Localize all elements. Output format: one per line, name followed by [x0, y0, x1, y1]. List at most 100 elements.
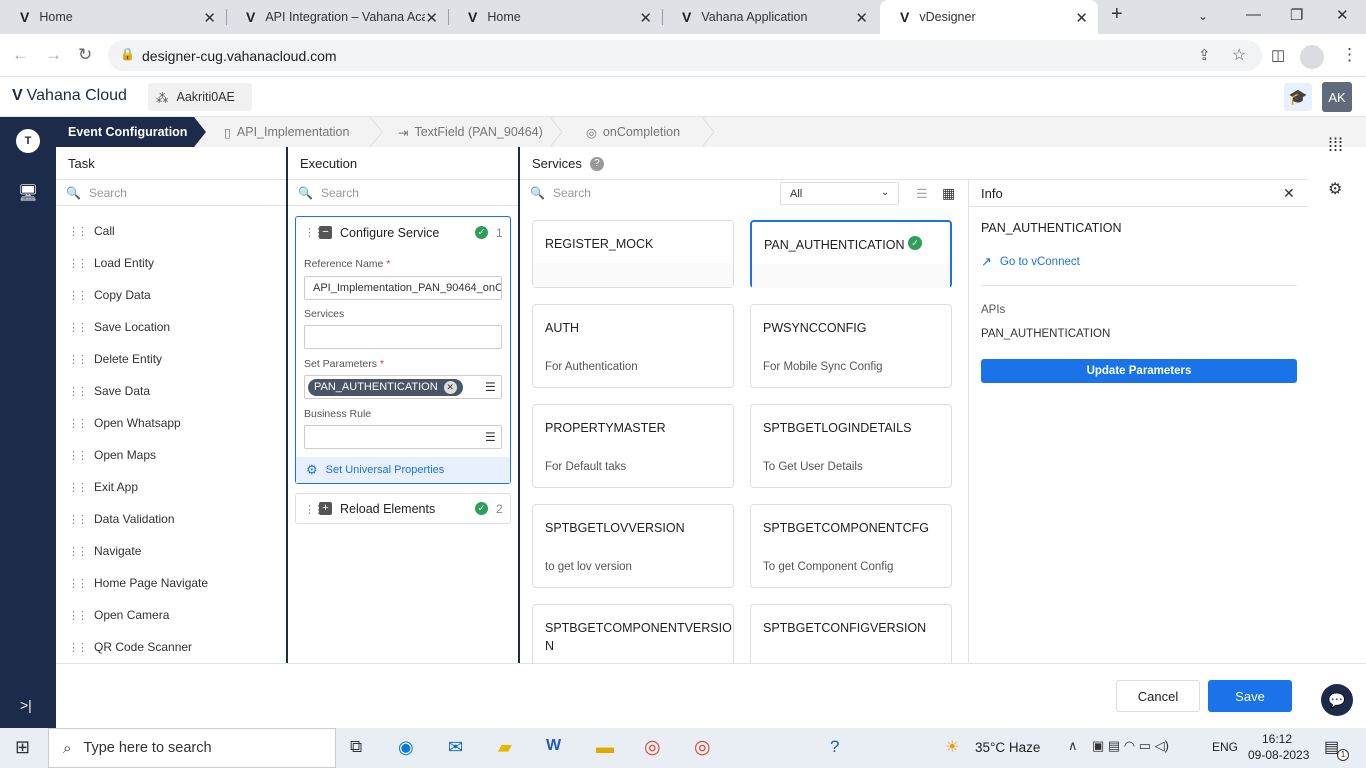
task-view-icon[interactable]: ⧉ — [350, 737, 362, 757]
breadcrumb-oncompletion[interactable]: ◎ onCompletion — [586, 117, 680, 147]
service-card[interactable]: SPTBGETCOMPONENTCFG To get Component Conf… — [750, 504, 952, 588]
breadcrumb-event-configuration[interactable]: Event Configuration — [68, 117, 187, 147]
help-icon[interactable]: ? — [589, 156, 604, 171]
list-icon[interactable]: ☰ — [485, 430, 496, 444]
drag-handle-icon[interactable]: ⋮⋮ — [68, 321, 88, 334]
close-icon[interactable]: ✕ — [1283, 185, 1295, 202]
chat-icon[interactable]: 💬 — [1321, 684, 1353, 716]
restore-icon[interactable]: ❐ — [1290, 6, 1303, 24]
expand-rail-icon[interactable]: >| — [20, 697, 32, 713]
bookmark-star-icon[interactable]: ☆ — [1232, 45, 1246, 65]
drag-handle-icon[interactable]: ⋮⋮ — [68, 641, 88, 654]
task-item[interactable]: ⋮⋮ Data Validation — [68, 512, 175, 526]
service-card[interactable]: PAN_AUTHENTICATION ✓ — [750, 220, 952, 288]
service-card[interactable]: SPTBGETLOGINDETAILS To Get User Details — [750, 404, 952, 488]
close-icon[interactable]: ✕ — [425, 9, 438, 27]
drag-handle-icon[interactable]: ⋮⋮ — [68, 545, 88, 558]
browser-tab[interactable]: V Home ✕ — [0, 0, 226, 34]
save-button[interactable]: Save — [1208, 680, 1292, 712]
set-parameters-field[interactable]: PAN_AUTHENTICATION ✕ ☰ — [304, 375, 502, 399]
update-parameters-button[interactable]: Update Parameters — [981, 359, 1297, 383]
drag-handle-icon[interactable]: ⋮⋮ — [68, 385, 88, 398]
business-rule-field[interactable]: ☰ — [304, 425, 502, 449]
remove-chip-icon[interactable]: ✕ — [443, 380, 457, 394]
reference-name-field[interactable]: API_Implementation_PAN_90464_onCompletio… — [304, 276, 502, 300]
taskbar-search-input[interactable]: ⌕ Type here to search — [48, 728, 336, 768]
task-item[interactable]: ⋮⋮ Open Maps — [68, 448, 156, 462]
drag-handle-icon[interactable]: ⋮⋮ — [68, 513, 88, 526]
workspace-selector[interactable]: ⁂ Aakriti0AE — [148, 83, 252, 111]
user-avatar[interactable]: AK — [1322, 82, 1352, 112]
tray-chevron-icon[interactable]: ∧ — [1068, 738, 1078, 754]
task-item[interactable]: ⋮⋮ Exit App — [68, 480, 138, 494]
drag-handle-icon[interactable]: ⋮⋮ — [68, 449, 88, 462]
back-icon[interactable]: ← — [12, 45, 29, 65]
cancel-button[interactable]: Cancel — [1116, 680, 1200, 712]
word-icon[interactable]: W — [546, 737, 561, 755]
services-filter-select[interactable]: All ⌄ — [780, 182, 899, 205]
browser-menu-icon[interactable]: ⋮ — [1341, 45, 1358, 65]
execution-search-input[interactable]: 🔍 Search — [288, 180, 518, 206]
browser-tab[interactable]: V Home ✕ — [448, 0, 662, 34]
weather-text[interactable]: 35°C Haze — [975, 740, 1040, 755]
task-item[interactable]: ⋮⋮ Save Data — [68, 384, 150, 398]
expand-icon[interactable]: + — [319, 502, 332, 515]
task-item[interactable]: ⋮⋮ Delete Entity — [68, 352, 162, 366]
task-item[interactable]: ⋮⋮ Save Location — [68, 320, 170, 334]
settings-flow-icon[interactable]: ⚙ — [1328, 179, 1342, 199]
service-card[interactable]: REGISTER_MOCK — [532, 220, 734, 288]
windows-start-icon[interactable]: ⊞ — [15, 737, 30, 758]
task-item[interactable]: ⋮⋮ Call — [68, 224, 115, 238]
close-icon[interactable]: ✕ — [639, 9, 652, 27]
breadcrumb-textfield[interactable]: ⇥ TextField (PAN_90464) — [398, 117, 543, 147]
service-card[interactable]: SPTBGETLOVVERSION to get lov version — [532, 504, 734, 588]
task-item[interactable]: ⋮⋮ Copy Data — [68, 288, 151, 302]
edge-icon[interactable]: ◉ — [398, 737, 414, 758]
rail-avatar[interactable]: T — [16, 129, 40, 153]
service-card[interactable]: SPTBGETCONFIGVERSION — [750, 604, 952, 663]
chrome-profile-icon[interactable]: ◎ — [694, 736, 711, 759]
grid-view-icon[interactable]: ▦ — [942, 185, 955, 202]
service-card[interactable]: AUTH For Authentication — [532, 304, 734, 388]
academy-icon[interactable]: 🎓 — [1284, 83, 1312, 111]
drag-handle-icon[interactable]: ⋮⋮ — [68, 225, 88, 238]
drag-handle-icon[interactable]: ⋮⋮ — [68, 289, 88, 302]
task-item[interactable]: ⋮⋮ Open Whatsapp — [68, 416, 181, 430]
drag-handle-icon[interactable]: ⋮⋮ — [68, 353, 88, 366]
service-card[interactable]: PWSYNCCONFIG For Mobile Sync Config — [750, 304, 952, 388]
drag-handle-icon[interactable]: ⋮⋮ — [68, 481, 88, 494]
drag-handle-icon[interactable]: ⋮⋮ — [68, 417, 88, 430]
chrome-icon[interactable]: ◎ — [644, 736, 661, 759]
browser-tab[interactable]: V API Integration – Vahana Aca ✕ — [226, 0, 448, 34]
share-icon[interactable]: ⇪ — [1198, 46, 1211, 64]
side-panel-icon[interactable]: ◫ — [1271, 46, 1285, 64]
url-field[interactable]: 🔒 designer-cug.vahanacloud.com ⇪ ☆ — [108, 40, 1262, 71]
close-icon[interactable]: ✕ — [855, 9, 868, 27]
new-tab-icon[interactable]: + — [1111, 3, 1123, 26]
parameter-chip[interactable]: PAN_AUTHENTICATION ✕ — [308, 378, 463, 396]
minimize-icon[interactable]: — — [1246, 6, 1261, 23]
tray-icons[interactable]: ▣ ▤ ◠ ▭ ◁) — [1092, 738, 1169, 754]
collapse-icon[interactable]: − — [319, 226, 332, 239]
set-universal-properties-link[interactable]: ⚙ Set Universal Properties — [296, 457, 510, 483]
sticky-notes-icon[interactable]: ▰ — [498, 737, 512, 758]
clock-time[interactable]: 16:12 — [1262, 732, 1292, 746]
breadcrumb-api-implementation[interactable]: ▯ API_Implementation — [224, 117, 349, 147]
close-icon[interactable]: ✕ — [1075, 9, 1088, 27]
drag-handle-icon[interactable]: ⋮⋮ — [68, 609, 88, 622]
reload-icon[interactable]: ↻ — [78, 45, 92, 65]
task-item[interactable]: ⋮⋮ Navigate — [68, 544, 141, 558]
apps-grid-icon[interactable]: ⁞⁞⁞ — [1328, 135, 1343, 156]
profile-avatar-icon[interactable] — [1300, 45, 1324, 69]
close-icon[interactable]: ✕ — [203, 9, 216, 27]
services-field[interactable] — [304, 325, 502, 349]
mail-icon[interactable]: ✉ — [448, 737, 463, 758]
brand-logo[interactable]: V Vahana Cloud — [12, 87, 127, 105]
clock-date[interactable]: 09-08-2023 — [1248, 748, 1309, 762]
drag-handle-icon[interactable]: ⋮⋮ — [68, 577, 88, 590]
file-explorer-icon[interactable]: ▬ — [596, 737, 614, 758]
service-card[interactable]: PROPERTYMASTER For Default taks — [532, 404, 734, 488]
browser-tab-active[interactable]: VvDesigner ✕ — [880, 0, 1098, 34]
list-icon[interactable]: ☰ — [485, 380, 496, 394]
list-view-icon[interactable]: ☰ — [916, 186, 928, 202]
